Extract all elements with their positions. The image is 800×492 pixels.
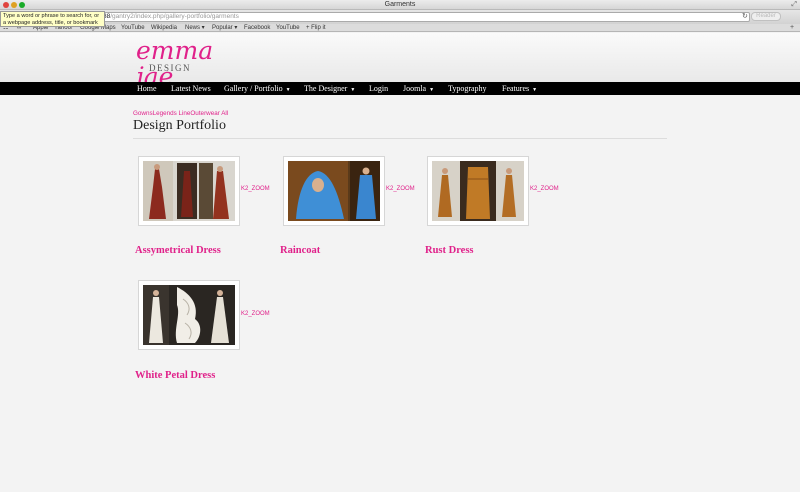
main-content: [0, 95, 800, 492]
bookmark-item[interactable]: Wikipedia: [151, 24, 177, 32]
nav-item-joomla[interactable]: Joomla ▼: [403, 82, 434, 95]
nav-label: Joomla: [403, 84, 427, 93]
bookmark-item[interactable]: News ▾: [185, 24, 205, 32]
fullscreen-icon[interactable]: ⤢: [791, 1, 797, 9]
bookmark-item[interactable]: Popular ▾: [212, 24, 237, 32]
nav-label: Login: [369, 84, 389, 93]
nav-label: Latest News: [171, 84, 211, 93]
reader-button[interactable]: Reader: [751, 12, 781, 21]
category-filter-links[interactable]: GownsLegends LineOuterwear All: [133, 110, 228, 118]
nav-item-gallery-portfolio[interactable]: Gallery / Portfolio ▼: [224, 82, 291, 95]
portfolio-thumbnail-rust-dress[interactable]: [427, 156, 529, 226]
nav-item-login[interactable]: Login: [369, 82, 388, 95]
zoom-link[interactable]: K2_ZOOM: [241, 185, 270, 193]
chevron-down-icon: ▼: [429, 88, 435, 93]
nav-item-the-designer[interactable]: The Designer ▼: [304, 82, 355, 95]
chevron-down-icon: ▼: [285, 88, 291, 93]
main-nav: Home Latest News Gallery / Portfolio ▼ Th…: [0, 82, 800, 95]
reload-icon[interactable]: ↻: [742, 12, 748, 21]
window-titlebar: Garments ⤢: [0, 0, 800, 10]
address-path: /gantry2/index.php/gallery-portfolio/gar…: [110, 13, 239, 20]
portfolio-thumbnail-white-petal-dress[interactable]: [138, 280, 240, 350]
bookmark-item[interactable]: Facebook: [244, 24, 270, 32]
nav-item-latest-news[interactable]: Latest News: [171, 82, 211, 95]
portfolio-thumbnail-raincoat[interactable]: [283, 156, 385, 226]
item-title[interactable]: Raincoat: [280, 245, 320, 257]
item-title[interactable]: White Petal Dress: [135, 370, 215, 382]
chevron-down-icon: ▼: [350, 88, 356, 93]
browser-toolbar: 88/gantry2/index.php/gallery-portfolio/g…: [0, 10, 800, 24]
nav-label: Typography: [448, 84, 487, 93]
nav-item-features[interactable]: Features ▼: [502, 82, 537, 95]
address-tooltip: Type a word or phrase to search for, or …: [0, 11, 105, 27]
nav-label: Gallery / Portfolio: [224, 84, 283, 93]
bookmark-item[interactable]: + Flip it: [306, 24, 326, 32]
bookmark-item[interactable]: YouTube: [276, 24, 300, 32]
bookmark-item[interactable]: YouTube: [121, 24, 145, 32]
bookmarks-bar: ☷ ∞ Apple Yahoo! Google Maps YouTube Wik…: [0, 24, 800, 32]
chevron-down-icon: ▼: [532, 88, 538, 93]
portfolio-thumbnail-assymetrical-dress[interactable]: [138, 156, 240, 226]
nav-label: The Designer: [304, 84, 348, 93]
nav-item-typography[interactable]: Typography: [448, 82, 487, 95]
page-title: Design Portfolio: [133, 118, 226, 133]
dress-photo: [143, 161, 235, 221]
title-divider: [133, 138, 667, 139]
white-petal-dress-photo: [143, 285, 235, 345]
window-title: Garments: [384, 1, 416, 8]
zoom-link[interactable]: K2_ZOOM: [241, 310, 270, 318]
logo-subtitle: DESIGN: [149, 63, 191, 73]
nav-label: Home: [137, 84, 157, 93]
add-bookmark-icon[interactable]: +: [788, 24, 796, 32]
rust-dress-photo: [432, 161, 524, 221]
item-title[interactable]: Assymetrical Dress: [135, 245, 221, 257]
site-header: [0, 33, 800, 82]
zoom-link[interactable]: K2_ZOOM: [386, 185, 415, 193]
site-logo[interactable]: emma jae DESIGN: [136, 38, 246, 90]
raincoat-photo: [288, 161, 380, 221]
item-title[interactable]: Rust Dress: [425, 245, 474, 257]
nav-label: Features: [502, 84, 530, 93]
nav-item-home[interactable]: Home: [137, 82, 157, 95]
zoom-link[interactable]: K2_ZOOM: [530, 185, 559, 193]
address-bar[interactable]: 88/gantry2/index.php/gallery-portfolio/g…: [100, 12, 750, 22]
